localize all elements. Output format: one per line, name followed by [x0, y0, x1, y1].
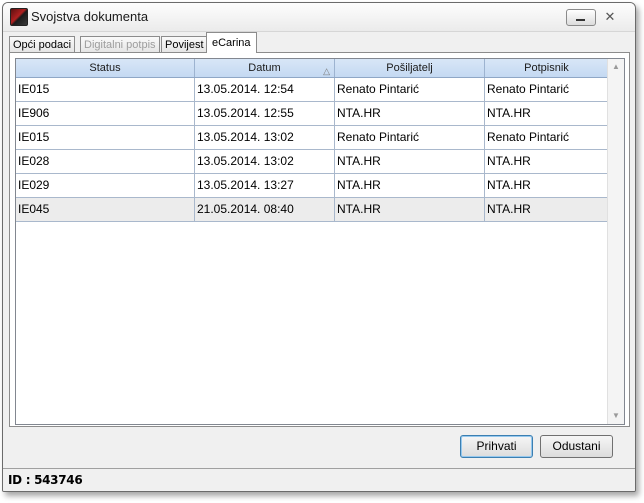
cell-potpisnik: NTA.HR	[485, 174, 608, 197]
title-bar[interactable]: Svojstva dokumenta ✕	[3, 3, 635, 32]
table-row[interactable]: IE028 13.05.2014. 13:02 NTA.HR NTA.HR	[16, 150, 608, 174]
cell-potpisnik: NTA.HR	[485, 198, 608, 221]
document-id: ID : 543746	[8, 473, 83, 487]
tab-digitalni-potpis: Digitalni potpis	[80, 36, 160, 53]
status-bar: ID : 543746	[3, 468, 635, 491]
cancel-button[interactable]: Odustani	[540, 435, 613, 458]
column-header-datum-label: Datum	[248, 62, 281, 74]
cell-datum: 13.05.2014. 12:55	[195, 102, 335, 125]
ecarina-grid[interactable]: Status Datum △ Pošiljatelj Potpisnik IE01…	[15, 58, 625, 425]
column-header-status-label: Status	[89, 62, 121, 74]
table-row[interactable]: IE015 13.05.2014. 12:54 Renato Pintarić …	[16, 78, 608, 102]
cell-posiljatelj: Renato Pintarić	[335, 126, 485, 149]
cell-datum: 13.05.2014. 12:54	[195, 78, 335, 101]
cell-status: IE028	[16, 150, 195, 173]
column-header-posiljatelj[interactable]: Pošiljatelj	[335, 59, 485, 77]
vertical-scrollbar[interactable]: ▲ ▼	[607, 59, 624, 424]
cell-status: IE015	[16, 78, 195, 101]
cell-potpisnik: NTA.HR	[485, 102, 608, 125]
table-row[interactable]: IE015 13.05.2014. 13:02 Renato Pintarić …	[16, 126, 608, 150]
table-row[interactable]: IE906 13.05.2014. 12:55 NTA.HR NTA.HR	[16, 102, 608, 126]
column-header-status[interactable]: Status	[16, 59, 195, 77]
close-x-icon[interactable]: ✕	[601, 8, 619, 26]
table-row-selected[interactable]: IE045 21.05.2014. 08:40 NTA.HR NTA.HR	[16, 198, 608, 222]
cell-posiljatelj: NTA.HR	[335, 150, 485, 173]
scroll-up-arrow-icon[interactable]: ▲	[608, 59, 624, 75]
table-row[interactable]: IE029 13.05.2014. 13:27 NTA.HR NTA.HR	[16, 174, 608, 198]
scroll-down-arrow-icon[interactable]: ▼	[608, 408, 624, 424]
tab-ecarina[interactable]: eCarina	[206, 32, 257, 53]
minimize-icon[interactable]	[566, 9, 596, 26]
cell-posiljatelj: NTA.HR	[335, 174, 485, 197]
tab-opci-podaci[interactable]: Opći podaci	[9, 36, 76, 53]
column-header-posiljatelj-label: Pošiljatelj	[386, 62, 433, 74]
cell-status: IE015	[16, 126, 195, 149]
cell-potpisnik: Renato Pintarić	[485, 126, 608, 149]
column-header-potpisnik[interactable]: Potpisnik	[485, 59, 608, 77]
cell-posiljatelj: NTA.HR	[335, 198, 485, 221]
cell-potpisnik: Renato Pintarić	[485, 78, 608, 101]
tab-panel-ecarina: Status Datum △ Pošiljatelj Potpisnik IE01…	[9, 52, 630, 427]
cell-status: IE045	[16, 198, 195, 221]
cell-status: IE029	[16, 174, 195, 197]
column-header-datum[interactable]: Datum △	[195, 59, 335, 77]
dialog-window: Svojstva dokumenta ✕ Opći podaci Digital…	[2, 2, 636, 492]
cell-potpisnik: NTA.HR	[485, 150, 608, 173]
cell-status: IE906	[16, 102, 195, 125]
cell-datum: 13.05.2014. 13:02	[195, 126, 335, 149]
tab-povijest[interactable]: Povijest	[161, 36, 208, 53]
grid-header: Status Datum △ Pošiljatelj Potpisnik	[16, 59, 608, 78]
app-icon	[10, 8, 28, 26]
window-title: Svojstva dokumenta	[31, 9, 149, 24]
cell-posiljatelj: NTA.HR	[335, 102, 485, 125]
column-header-potpisnik-label: Potpisnik	[524, 62, 569, 74]
cell-datum: 13.05.2014. 13:27	[195, 174, 335, 197]
cell-datum: 21.05.2014. 08:40	[195, 198, 335, 221]
tab-strip: Opći podaci Digitalni potpis Povijest eC…	[9, 32, 629, 54]
cell-datum: 13.05.2014. 13:02	[195, 150, 335, 173]
cell-posiljatelj: Renato Pintarić	[335, 78, 485, 101]
accept-button[interactable]: Prihvati	[460, 435, 533, 458]
